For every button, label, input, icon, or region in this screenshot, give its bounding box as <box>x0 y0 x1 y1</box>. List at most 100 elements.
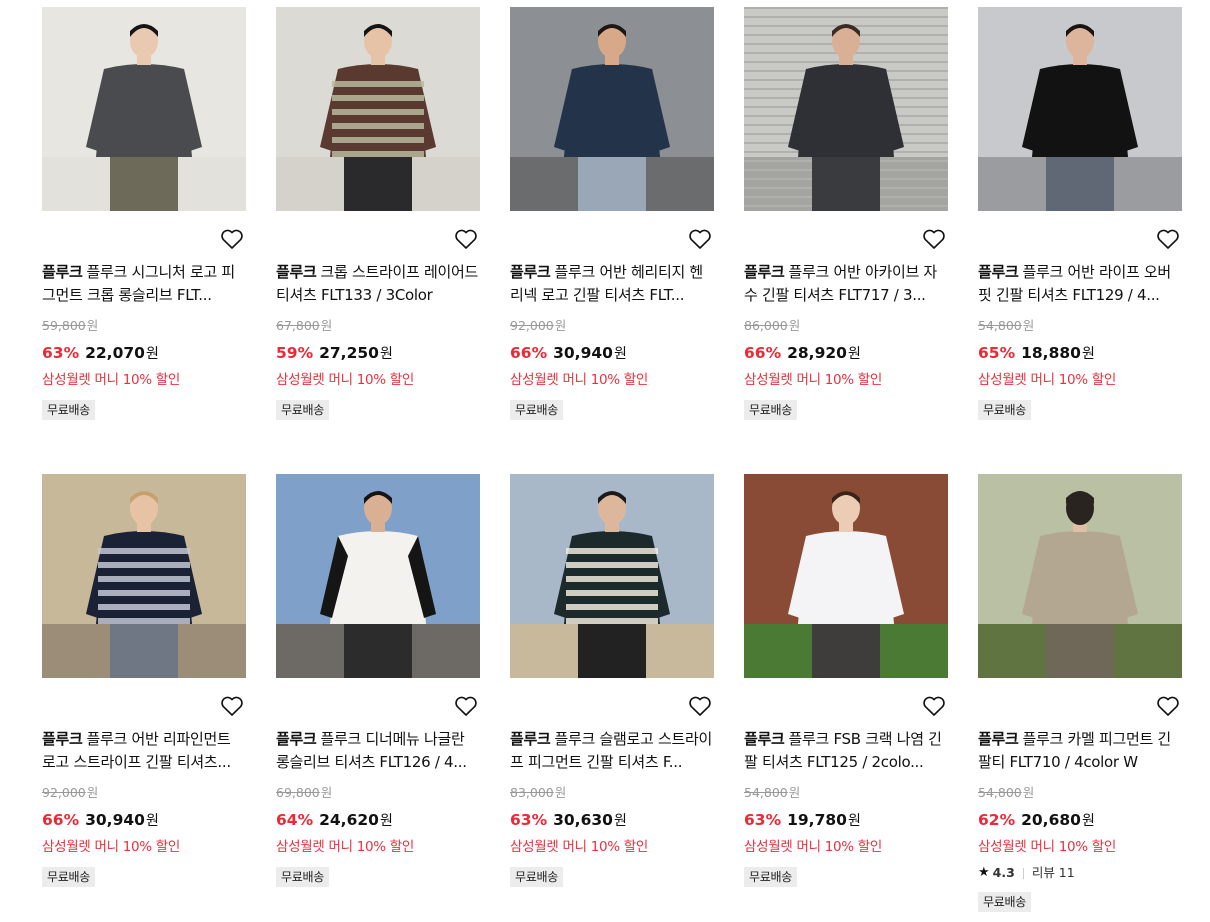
sale-price: 18,880 <box>1021 344 1081 362</box>
product-image[interactable] <box>744 7 948 211</box>
currency-unit: 원 <box>86 785 99 800</box>
wishlist-heart-icon[interactable] <box>454 695 478 717</box>
product-card[interactable]: 플루크 플루크 카멜 피그먼트 긴팔티 FLT710 / 4color W 54,8… <box>978 474 1182 912</box>
product-image[interactable] <box>42 7 246 211</box>
product-image[interactable] <box>276 7 480 211</box>
free-shipping-badge: 무료배송 <box>276 867 329 887</box>
product-title[interactable]: 플루크 플루크 어반 아카이브 자수 긴팔 티셔츠 FLT717 / 3... <box>744 261 948 306</box>
brand-name: 플루크 <box>276 730 317 748</box>
product-card[interactable]: 플루크 크롭 스트라이프 레이어드 티셔츠 FLT133 / 3Color 67,8… <box>276 7 480 420</box>
sale-price-row: 63% 19,780원 <box>744 810 948 830</box>
original-price: 67,800원 <box>276 318 480 334</box>
product-image[interactable] <box>744 474 948 678</box>
discount-rate: 66% <box>510 344 548 362</box>
wishlist-heart-icon[interactable] <box>922 695 946 717</box>
currency-unit: 원 <box>788 785 801 800</box>
star-icon: ★ <box>978 865 990 880</box>
sale-price-row: 66% 30,940원 <box>42 810 246 830</box>
discount-rate: 63% <box>42 344 80 362</box>
currency-unit: 원 <box>847 813 861 829</box>
product-image[interactable] <box>978 7 1182 211</box>
product-image[interactable] <box>510 7 714 211</box>
product-title[interactable]: 플루크 플루크 FSB 크랙 나염 긴팔 티셔츠 FLT125 / 2colo..… <box>744 728 948 773</box>
product-card[interactable]: 플루크 플루크 어반 아카이브 자수 긴팔 티셔츠 FLT717 / 3... 86… <box>744 7 948 420</box>
currency-unit: 원 <box>847 346 861 362</box>
free-shipping-badge: 무료배송 <box>744 400 797 420</box>
wishlist-heart-icon[interactable] <box>220 228 244 250</box>
original-price: 83,000원 <box>510 785 714 801</box>
wishlist-heart-icon[interactable] <box>454 228 478 250</box>
original-price: 54,800원 <box>978 318 1182 334</box>
sale-price: 30,940 <box>553 344 613 362</box>
sale-price-row: 65% 18,880원 <box>978 343 1182 363</box>
product-title[interactable]: 플루크 플루크 슬램로고 스트라이프 피그먼트 긴팔 티셔츠 F... <box>510 728 714 773</box>
wishlist-heart-icon[interactable] <box>220 695 244 717</box>
wishlist-heart-icon[interactable] <box>688 228 712 250</box>
wishlist-heart-icon[interactable] <box>922 228 946 250</box>
product-card[interactable]: 플루크 플루크 어반 라이프 오버핏 긴팔 티셔츠 FLT129 / 4... 54… <box>978 7 1182 420</box>
free-shipping-badge: 무료배송 <box>42 867 95 887</box>
currency-unit: 원 <box>1022 785 1035 800</box>
product-card[interactable]: 플루크 플루크 시그니처 로고 피그먼트 크롭 롱슬리브 FLT... 59,800… <box>42 7 246 420</box>
card-benefit-text: 삼성월렛 머니 10% 할인 <box>276 839 415 855</box>
original-price-value: 86,000 <box>744 318 788 333</box>
product-title[interactable]: 플루크 플루크 카멜 피그먼트 긴팔티 FLT710 / 4color W <box>978 728 1182 773</box>
product-card[interactable]: 플루크 플루크 디너메뉴 나글란 롱슬리브 티셔츠 FLT126 / 4... 69… <box>276 474 480 887</box>
product-card[interactable]: 플루크 플루크 어반 리파인먼트 로고 스트라이프 긴팔 티셔츠... 92,000… <box>42 474 246 887</box>
brand-name: 플루크 <box>510 730 551 748</box>
currency-unit: 원 <box>86 318 99 333</box>
product-title[interactable]: 플루크 플루크 어반 헤리티지 헨리넥 로고 긴팔 티셔츠 FLT... <box>510 261 714 306</box>
review-summary: ★ 4.3 리뷰 11 <box>978 865 1182 881</box>
currency-unit: 원 <box>320 785 333 800</box>
discount-rate: 66% <box>744 344 782 362</box>
product-image[interactable] <box>978 474 1182 678</box>
original-price-value: 92,000 <box>510 318 554 333</box>
currency-unit: 원 <box>788 318 801 333</box>
card-benefit-text: 삼성월렛 머니 10% 할인 <box>42 372 181 388</box>
brand-name: 플루크 <box>276 263 317 281</box>
original-price-value: 54,800 <box>978 318 1022 333</box>
sale-price-row: 62% 20,680원 <box>978 810 1182 830</box>
wishlist-heart-icon[interactable] <box>688 695 712 717</box>
sale-price-row: 66% 30,940원 <box>510 343 714 363</box>
card-benefit-text: 삼성월렛 머니 10% 할인 <box>744 839 883 855</box>
sale-price: 28,920 <box>787 344 847 362</box>
product-card[interactable]: 플루크 플루크 FSB 크랙 나염 긴팔 티셔츠 FLT125 / 2colo..… <box>744 474 948 887</box>
product-image[interactable] <box>276 474 480 678</box>
product-title[interactable]: 플루크 플루크 어반 라이프 오버핏 긴팔 티셔츠 FLT129 / 4... <box>978 261 1182 306</box>
product-title[interactable]: 플루크 플루크 디너메뉴 나글란 롱슬리브 티셔츠 FLT126 / 4... <box>276 728 480 773</box>
sale-price: 27,250 <box>319 344 379 362</box>
currency-unit: 원 <box>1081 346 1095 362</box>
discount-rate: 63% <box>510 811 548 829</box>
free-shipping-badge: 무료배송 <box>978 892 1031 912</box>
card-benefit-text: 삼성월렛 머니 10% 할인 <box>510 839 649 855</box>
free-shipping-badge: 무료배송 <box>42 400 95 420</box>
original-price-value: 54,800 <box>978 785 1022 800</box>
sale-price-row: 59% 27,250원 <box>276 343 480 363</box>
original-price: 92,000원 <box>510 318 714 334</box>
rating-score: 4.3 <box>992 865 1015 880</box>
original-price-value: 59,800 <box>42 318 86 333</box>
product-image[interactable] <box>510 474 714 678</box>
original-price-value: 54,800 <box>744 785 788 800</box>
product-title[interactable]: 플루크 크롭 스트라이프 레이어드 티셔츠 FLT133 / 3Color <box>276 261 480 306</box>
wishlist-heart-icon[interactable] <box>1156 695 1180 717</box>
product-title[interactable]: 플루크 플루크 시그니처 로고 피그먼트 크롭 롱슬리브 FLT... <box>42 261 246 306</box>
card-benefit-text: 삼성월렛 머니 10% 할인 <box>744 372 883 388</box>
sale-price-row: 63% 22,070원 <box>42 343 246 363</box>
discount-rate: 65% <box>978 344 1016 362</box>
sale-price: 30,630 <box>553 811 613 829</box>
wishlist-heart-icon[interactable] <box>1156 228 1180 250</box>
free-shipping-badge: 무료배송 <box>276 400 329 420</box>
free-shipping-badge: 무료배송 <box>978 400 1031 420</box>
card-benefit-text: 삼성월렛 머니 10% 할인 <box>978 839 1117 855</box>
product-title[interactable]: 플루크 플루크 어반 리파인먼트 로고 스트라이프 긴팔 티셔츠... <box>42 728 246 773</box>
product-card[interactable]: 플루크 플루크 어반 헤리티지 헨리넥 로고 긴팔 티셔츠 FLT... 92,00… <box>510 7 714 420</box>
currency-unit: 원 <box>145 813 159 829</box>
discount-rate: 62% <box>978 811 1016 829</box>
currency-unit: 원 <box>613 346 627 362</box>
product-card[interactable]: 플루크 플루크 슬램로고 스트라이프 피그먼트 긴팔 티셔츠 F... 83,000… <box>510 474 714 887</box>
discount-rate: 66% <box>42 811 80 829</box>
product-image[interactable] <box>42 474 246 678</box>
original-price: 69,800원 <box>276 785 480 801</box>
